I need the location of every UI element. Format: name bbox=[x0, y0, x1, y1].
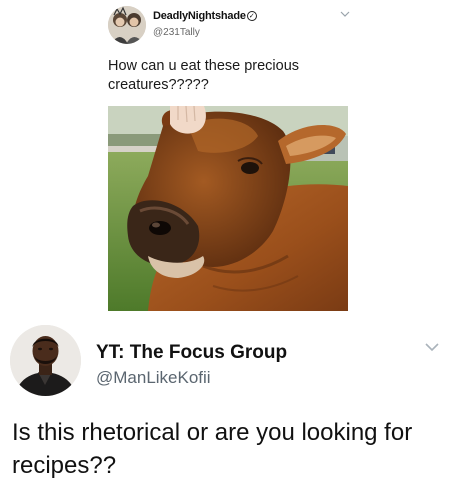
avatar[interactable] bbox=[108, 6, 146, 44]
user-handle[interactable]: @231Tally bbox=[153, 27, 200, 38]
tweet-text: How can u eat these precious creatures??… bbox=[108, 58, 300, 93]
cow-photo[interactable] bbox=[108, 106, 348, 311]
user-handle[interactable]: @ManLikeKofii bbox=[96, 368, 211, 388]
avatar-image bbox=[10, 325, 81, 396]
verified-icon: ✓ bbox=[246, 11, 257, 21]
display-name[interactable]: YT: The Focus Group bbox=[96, 342, 287, 364]
chevron-down-icon[interactable] bbox=[424, 340, 440, 352]
avatar[interactable] bbox=[10, 325, 81, 396]
tweet-text: Is this rhetorical or are you looking fo… bbox=[12, 419, 413, 479]
chevron-down-icon[interactable] bbox=[340, 10, 350, 20]
avatar-image bbox=[108, 6, 146, 44]
quoted-tweet-screenshot: DeadlyNightshade ✓ @231Tally How can u ea… bbox=[0, 0, 452, 318]
display-name[interactable]: DeadlyNightshade ✓ bbox=[153, 10, 257, 22]
cow-photo-image bbox=[108, 106, 348, 311]
